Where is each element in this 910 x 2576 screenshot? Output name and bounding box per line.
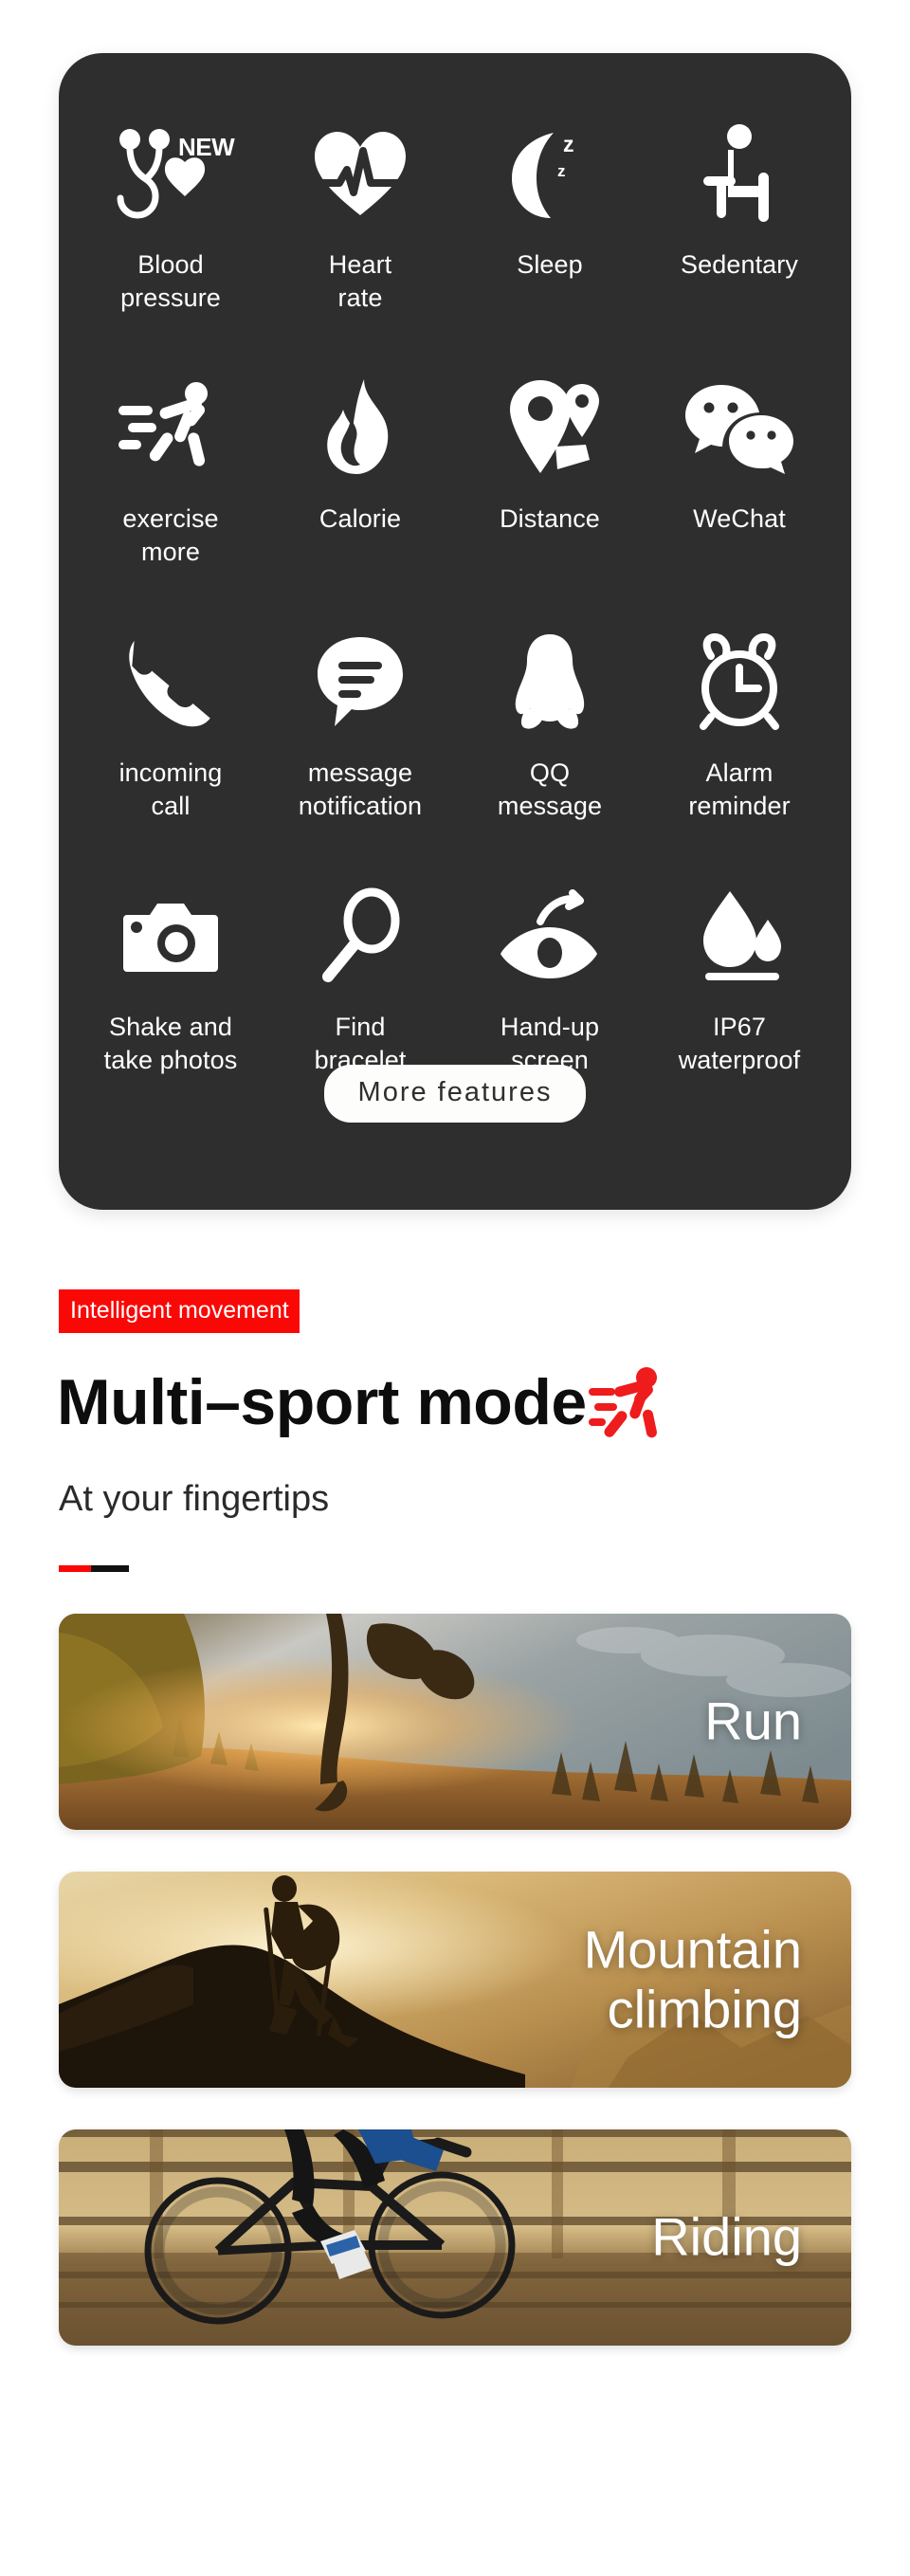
feature-label: Sleep xyxy=(517,250,583,279)
multi-sport-section: Intelligent movement Multi–sport mode At… xyxy=(0,1289,910,2346)
new-badge: NEW xyxy=(178,133,235,161)
camera-shutter-icon xyxy=(95,882,246,992)
feature-item-calorie[interactable]: Calorie xyxy=(265,349,455,603)
feature-item-message-notification[interactable]: message notification xyxy=(265,603,455,857)
sport-card-run[interactable]: Run xyxy=(59,1614,851,1830)
feature-item-qq-message[interactable]: QQ message xyxy=(455,603,645,857)
feature-label: exercise more xyxy=(122,504,219,566)
qq-penguin-icon xyxy=(474,628,626,738)
wechat-bubbles-icon xyxy=(664,374,815,484)
blood-pressure-stethoscope-heart-icon: NEW xyxy=(95,119,246,229)
feature-label: Distance xyxy=(500,504,600,533)
sport-card-title: Riding xyxy=(651,2206,802,2267)
waterproof-droplet-icon xyxy=(664,882,815,992)
svg-text:z: z xyxy=(563,132,574,156)
feature-item-exercise-more[interactable]: exercise more xyxy=(76,349,265,603)
message-notification-bubble-icon xyxy=(284,628,436,738)
sport-card-title: Run xyxy=(704,1690,802,1751)
feature-label: WeChat xyxy=(693,504,786,533)
feature-item-wechat[interactable]: WeChat xyxy=(645,349,834,603)
running-person-red-icon xyxy=(588,1367,666,1439)
more-features-container: More features xyxy=(59,1065,851,1123)
divider-black-segment xyxy=(91,1565,129,1572)
divider-red-segment xyxy=(59,1565,92,1572)
headline-row: Multi–sport mode xyxy=(57,1365,910,1439)
feature-label: Heart rate xyxy=(328,250,392,312)
sport-card-mountain-climbing[interactable]: Mountain climbing xyxy=(59,1872,851,2088)
exercise-running-person-icon xyxy=(95,374,246,484)
magnifier-search-icon xyxy=(284,882,436,992)
feature-label: Alarm reminder xyxy=(688,758,791,820)
distance-map-pin-icon xyxy=(474,374,626,484)
sedentary-sitting-person-icon xyxy=(664,119,815,229)
feature-label: Sedentary xyxy=(681,250,798,279)
page-title: Multi–sport mode xyxy=(57,1366,587,1438)
subtitle: At your fingertips xyxy=(59,1479,330,1519)
calorie-flame-icon xyxy=(284,374,436,484)
sport-card-riding[interactable]: Riding xyxy=(59,2129,851,2346)
feature-grid: NEW Blood pressure Heart rate z z Sleep … xyxy=(59,95,851,1111)
feature-item-distance[interactable]: Distance xyxy=(455,349,645,603)
heart-rate-pulse-icon xyxy=(284,119,436,229)
feature-label: Calorie xyxy=(318,504,402,533)
feature-item-alarm-reminder[interactable]: Alarm reminder xyxy=(645,603,834,857)
feature-label: Blood pressure xyxy=(120,250,221,312)
alarm-clock-icon xyxy=(664,628,815,738)
feature-item-incoming-call[interactable]: incoming call xyxy=(76,603,265,857)
sleep-moon-zzz-icon: z z xyxy=(474,119,626,229)
feature-item-sleep[interactable]: z z Sleep xyxy=(455,95,645,349)
feature-label: incoming call xyxy=(118,758,223,820)
more-features-button[interactable]: More features xyxy=(323,1065,587,1123)
incoming-call-handset-icon xyxy=(95,628,246,738)
section-divider xyxy=(59,1565,129,1572)
sport-card-title: Mountain climbing xyxy=(583,1919,802,2038)
feature-item-heart-rate[interactable]: Heart rate xyxy=(265,95,455,349)
feature-item-blood-pressure[interactable]: NEW Blood pressure xyxy=(76,95,265,349)
feature-label: QQ message xyxy=(497,758,603,820)
intelligent-movement-tag: Intelligent movement xyxy=(59,1289,300,1333)
sport-cards-list: Run Mountain climbing Riding xyxy=(0,1614,910,2346)
svg-text:z: z xyxy=(557,162,566,180)
hand-up-eye-icon xyxy=(474,882,626,992)
feature-item-sedentary[interactable]: Sedentary xyxy=(645,95,834,349)
feature-panel: NEW Blood pressure Heart rate z z Sleep … xyxy=(59,53,851,1210)
feature-label: message notification xyxy=(298,758,423,820)
